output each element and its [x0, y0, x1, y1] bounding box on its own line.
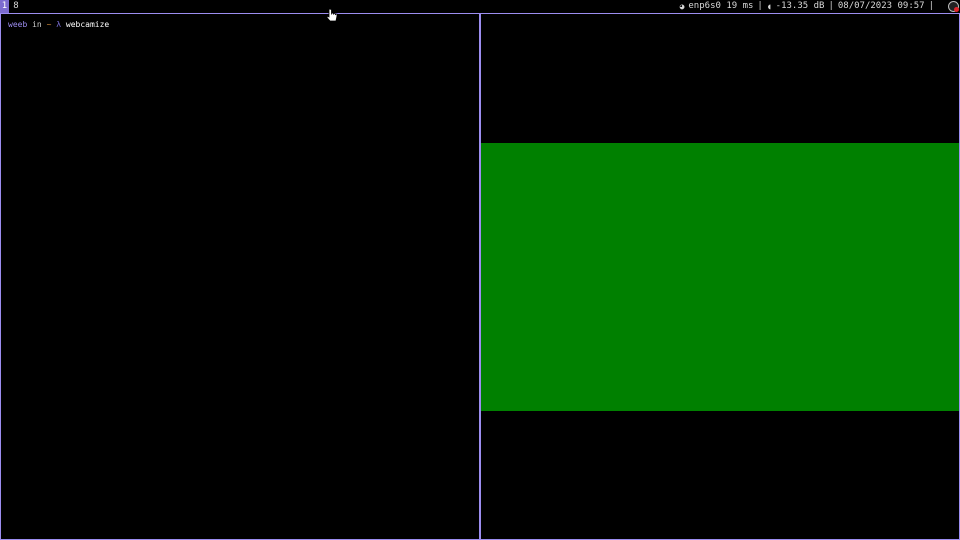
network-icon: ◕	[679, 2, 685, 11]
separator: |	[828, 1, 834, 11]
datetime: 08/07/2023 09:57	[837, 1, 925, 11]
prompt-lambda: λ	[56, 20, 62, 29]
webcam-video-frame	[481, 143, 959, 411]
status-area: ◕ enp6s0 19 ms | ◖ -13.35 dB | 08/07/202…	[680, 0, 938, 13]
prompt-user: weeb	[8, 20, 28, 29]
app-tray-icon[interactable]	[948, 1, 959, 12]
mouse-pointer-icon	[326, 8, 338, 22]
prompt-in: in	[32, 20, 42, 29]
prompt-directory: ~	[46, 20, 52, 29]
terminal-window[interactable]: weeb in ~ λ webcamize	[0, 13, 481, 540]
separator: |	[928, 1, 934, 11]
workspace-1-button[interactable]: 1	[0, 0, 9, 13]
terminal-prompt-line: weeb in ~ λ webcamize	[8, 19, 109, 31]
webcam-window[interactable]	[481, 13, 960, 540]
volume-icon: ◖	[766, 2, 772, 11]
network-status: enp6s0 19 ms	[688, 1, 754, 11]
volume-status: -13.35 dB	[775, 1, 825, 11]
workspace-8-button[interactable]: 8	[11, 0, 21, 13]
top-status-bar: 1 8 ◕ enp6s0 19 ms | ◖ -13.35 dB | 08/07…	[0, 0, 960, 13]
terminal-command: webcamize	[65, 20, 110, 29]
separator: |	[757, 1, 763, 11]
